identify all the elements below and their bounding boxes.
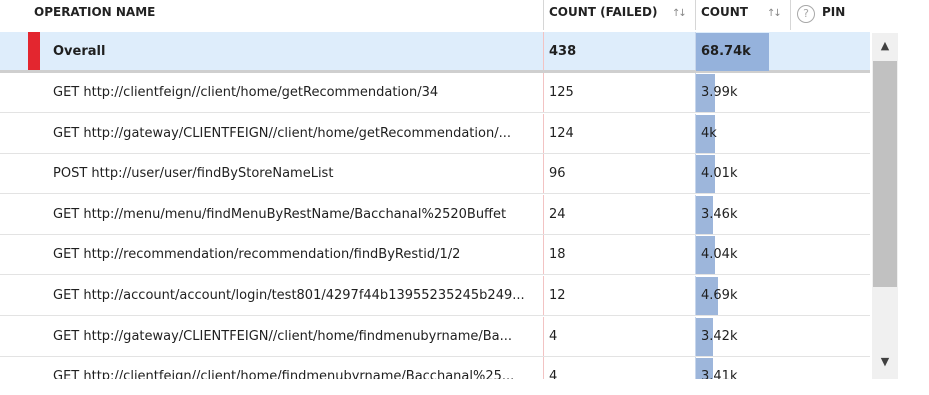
header-separator[interactable] bbox=[695, 0, 696, 30]
operation-name: GET http://account/account/login/test801… bbox=[53, 288, 525, 303]
overall-row[interactable]: Overall 438 68.74k bbox=[0, 32, 870, 73]
table-row[interactable]: GET http://gateway/CLIENTFEIGN//client/h… bbox=[0, 316, 870, 357]
column-divider bbox=[543, 276, 544, 315]
total-count: 4k bbox=[701, 125, 717, 141]
total-count: 4.01k bbox=[701, 166, 738, 182]
table-row[interactable]: POST http://user/user/findByStoreNameLis… bbox=[0, 154, 870, 195]
failed-count: 4 bbox=[549, 369, 558, 379]
header-count[interactable]: COUNT bbox=[701, 0, 748, 28]
scroll-up-icon[interactable]: ▲ bbox=[872, 33, 898, 59]
column-divider bbox=[543, 73, 544, 112]
header-operation-name[interactable]: OPERATION NAME bbox=[34, 0, 155, 28]
header-separator[interactable] bbox=[790, 0, 791, 30]
failed-count: 4 bbox=[549, 328, 558, 344]
header-separator[interactable] bbox=[543, 0, 544, 30]
column-divider bbox=[543, 194, 544, 234]
overall-marker bbox=[28, 32, 40, 70]
header-count-failed[interactable]: COUNT (FAILED) bbox=[549, 0, 658, 28]
column-divider bbox=[543, 357, 544, 379]
operation-name: Overall bbox=[53, 44, 106, 59]
failed-count: 125 bbox=[549, 85, 574, 100]
column-divider bbox=[543, 154, 544, 194]
operations-grid: OPERATION NAME COUNT (FAILED) ↑↓ COUNT ↑… bbox=[0, 0, 929, 395]
failed-count: 18 bbox=[549, 247, 566, 263]
pin-help-icon[interactable]: ? bbox=[797, 5, 815, 23]
failed-count: 24 bbox=[549, 206, 566, 222]
table-row[interactable]: GET http://clientfeign//client/home/getR… bbox=[0, 73, 870, 113]
scroll-down-icon[interactable]: ▼ bbox=[872, 349, 898, 375]
total-count: 3.42k bbox=[701, 328, 738, 344]
scroll-thumb[interactable] bbox=[873, 61, 897, 287]
failed-count: 124 bbox=[549, 125, 574, 141]
grid-rows: Overall 438 68.74k GET http://clientfeig… bbox=[0, 32, 870, 379]
total-count: 3.99k bbox=[701, 85, 738, 100]
table-row[interactable]: GET http://account/account/login/test801… bbox=[0, 276, 870, 316]
total-count: 4.04k bbox=[701, 247, 738, 263]
operation-name: POST http://user/user/findByStoreNameLis… bbox=[53, 166, 334, 182]
table-row[interactable]: GET http://menu/menu/findMenuByRestName/… bbox=[0, 194, 870, 235]
operation-name: GET http://clientfeign//client/home/getR… bbox=[53, 85, 439, 100]
total-count: 3.41k bbox=[701, 369, 738, 379]
failed-count: 12 bbox=[549, 288, 566, 303]
total-count: 4.69k bbox=[701, 288, 738, 303]
column-divider bbox=[543, 113, 544, 153]
sort-arrows-icon[interactable]: ↑↓ bbox=[767, 8, 782, 19]
operation-name: GET http://clientfeign//client/home/find… bbox=[53, 369, 515, 379]
column-divider bbox=[543, 32, 544, 70]
operation-name: GET http://menu/menu/findMenuByRestName/… bbox=[53, 206, 507, 222]
operation-name: GET http://gateway/CLIENTFEIGN//client/h… bbox=[53, 328, 513, 344]
failed-count: 438 bbox=[549, 44, 577, 59]
column-divider bbox=[543, 316, 544, 356]
column-divider bbox=[543, 235, 544, 275]
failed-count: 96 bbox=[549, 166, 566, 182]
total-count: 3.46k bbox=[701, 206, 738, 222]
table-row[interactable]: GET http://gateway/CLIENTFEIGN//client/h… bbox=[0, 113, 870, 154]
sort-arrows-icon[interactable]: ↑↓ bbox=[672, 8, 687, 19]
vertical-scrollbar[interactable]: ▲ ▼ bbox=[872, 33, 898, 379]
table-row[interactable]: GET http://clientfeign//client/home/find… bbox=[0, 357, 870, 379]
operation-name: GET http://gateway/CLIENTFEIGN//client/h… bbox=[53, 125, 511, 141]
operation-name: GET http://recommendation/recommendation… bbox=[53, 247, 461, 263]
header-pin[interactable]: PIN bbox=[822, 0, 845, 28]
table-row[interactable]: GET http://recommendation/recommendation… bbox=[0, 235, 870, 276]
grid-header: OPERATION NAME COUNT (FAILED) ↑↓ COUNT ↑… bbox=[0, 0, 870, 32]
total-count: 68.74k bbox=[701, 44, 751, 59]
